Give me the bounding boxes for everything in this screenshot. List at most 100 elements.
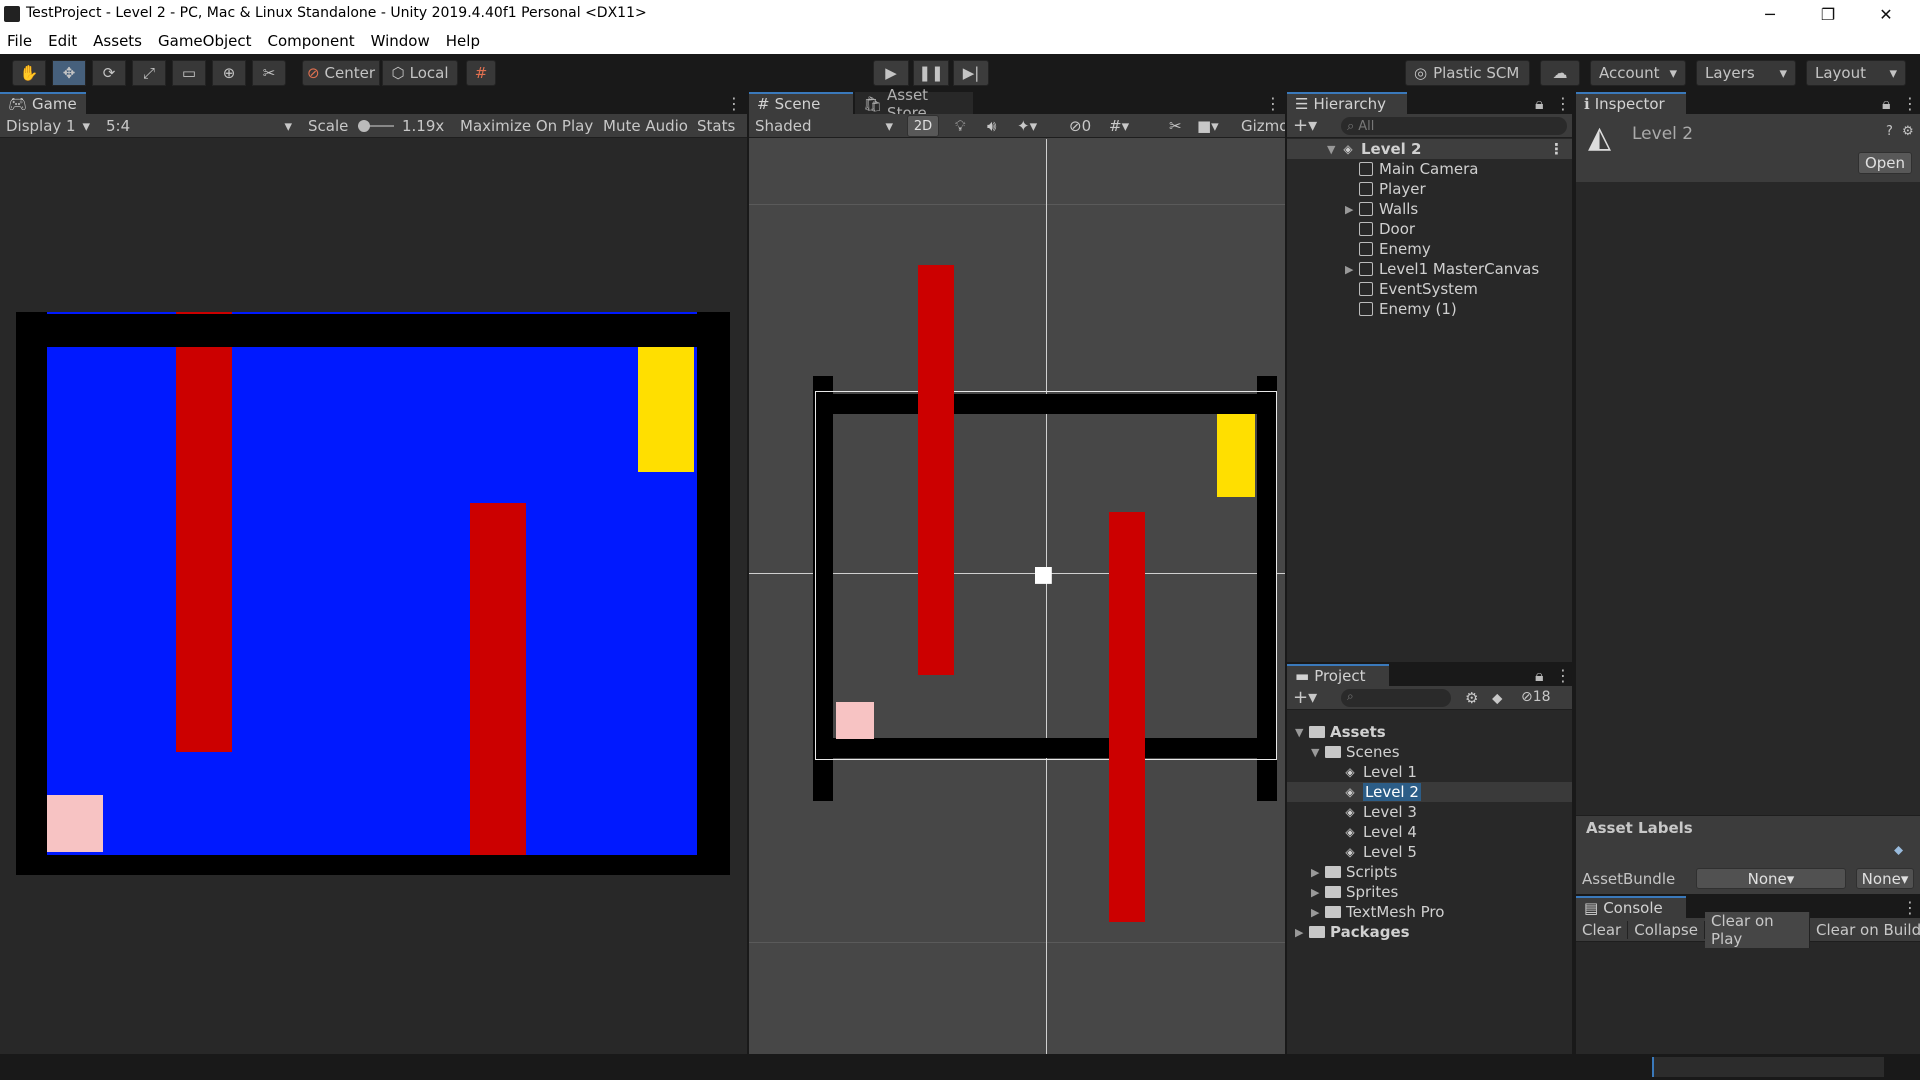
hierarchy-item[interactable]: ▶ Level1 MasterCanvas	[1287, 259, 1572, 279]
collapsed-arrow-icon[interactable]: ▶	[1345, 263, 1359, 276]
scene-enemy-2[interactable]	[1109, 512, 1145, 922]
scene-player[interactable]	[836, 702, 874, 739]
hidden-packages-toggle[interactable]: ⊘18	[1521, 689, 1551, 705]
hierarchy-item[interactable]: Main Camera	[1287, 159, 1572, 179]
project-search-input[interactable]: ⌕	[1341, 689, 1451, 707]
menu-component[interactable]: Component	[268, 32, 355, 50]
lock-icon[interactable]: 🔒︎	[1535, 94, 1544, 114]
scene-asset-row-selected[interactable]: ◈ Level 2	[1287, 782, 1572, 802]
scene-asset-row[interactable]: ◈ Level 4	[1287, 822, 1572, 842]
scale-tool-icon[interactable]: ⤢	[132, 60, 166, 86]
scene-viewport[interactable]: ■	[749, 139, 1285, 1054]
asset-bundle-dropdown[interactable]: None ▾	[1696, 868, 1846, 889]
menu-edit[interactable]: Edit	[48, 32, 77, 50]
collapsed-arrow-icon[interactable]: ▶	[1311, 886, 1325, 899]
collapsed-arrow-icon[interactable]: ▶	[1311, 906, 1325, 919]
rotate-tool-icon[interactable]: ⟳	[92, 60, 126, 86]
tab-inspector[interactable]: ℹ Inspector	[1576, 92, 1686, 114]
scene-menu-icon[interactable]: ⋮	[1549, 140, 1564, 158]
aspect-dropdown[interactable]: 5:4 ▾	[100, 115, 298, 137]
scale-slider-thumb[interactable]	[358, 120, 370, 132]
scene-asset-row[interactable]: ◈ Level 3	[1287, 802, 1572, 822]
folder-row[interactable]: ▶ TextMesh Pro	[1287, 902, 1572, 922]
stats-toggle[interactable]: Stats	[697, 117, 735, 135]
packages-folder-row[interactable]: ▶ Packages	[1287, 922, 1572, 942]
hierarchy-item[interactable]: EventSystem	[1287, 279, 1572, 299]
account-dropdown[interactable]: Account ▾	[1590, 60, 1686, 86]
tab-hierarchy[interactable]: ☰ Hierarchy	[1287, 92, 1407, 114]
pause-button[interactable]: ❚❚	[913, 60, 949, 86]
plastic-scm-button[interactable]: ◎ Plastic SCM	[1405, 60, 1530, 86]
move-tool-icon[interactable]: ✥	[52, 60, 86, 86]
console-clear-on-build-toggle[interactable]: Clear on Build	[1810, 921, 1920, 939]
collapsed-arrow-icon[interactable]: ▶	[1295, 926, 1309, 939]
game-viewport[interactable]	[16, 312, 730, 875]
hierarchy-item[interactable]: Player	[1287, 179, 1572, 199]
hidden-objects-toggle[interactable]: ⊘0	[1069, 117, 1091, 135]
hand-tool-icon[interactable]: ✋	[12, 60, 46, 86]
project-menu-icon[interactable]: ⋮	[1555, 666, 1571, 685]
grid-snap-icon[interactable]: #	[466, 60, 496, 86]
menu-assets[interactable]: Assets	[93, 32, 142, 50]
tab-console[interactable]: ▤ Console	[1576, 896, 1686, 918]
menu-help[interactable]: Help	[446, 32, 480, 50]
step-button[interactable]: ▶|	[953, 60, 989, 86]
collapsed-arrow-icon[interactable]: ▶	[1311, 866, 1325, 879]
pivot-toggle[interactable]: ⊘ Center	[302, 60, 380, 86]
scale-slider[interactable]	[358, 120, 394, 132]
folder-row[interactable]: ▶ Sprites	[1287, 882, 1572, 902]
collapsed-arrow-icon[interactable]: ▶	[1345, 203, 1359, 216]
lock-icon[interactable]: 🔒︎	[1535, 666, 1544, 686]
shading-dropdown[interactable]: Shaded ▾	[749, 115, 899, 137]
tag-icon[interactable]: ⬥	[1894, 843, 1903, 858]
space-toggle[interactable]: ⬡ Local	[382, 60, 458, 86]
hierarchy-item[interactable]: Enemy	[1287, 239, 1572, 259]
maximize-on-play-toggle[interactable]: Maximize On Play	[460, 117, 593, 135]
tools-icon[interactable]: ✂	[1169, 117, 1182, 135]
custom-tool-icon[interactable]: ✂	[252, 60, 286, 86]
menu-file[interactable]: File	[7, 32, 32, 50]
tab-project[interactable]: ▬ Project	[1287, 664, 1389, 686]
console-collapse-toggle[interactable]: Collapse	[1628, 920, 1705, 939]
scenes-folder-row[interactable]: ▼ Scenes	[1287, 742, 1572, 762]
menu-window[interactable]: Window	[371, 32, 430, 50]
scene-menu-icon[interactable]: ⋮	[1265, 94, 1281, 113]
console-menu-icon[interactable]: ⋮	[1902, 898, 1918, 917]
display-dropdown[interactable]: Display 1 ▾	[0, 115, 96, 137]
minimize-button[interactable]: ─	[1742, 0, 1798, 28]
rect-tool-icon[interactable]: ▭	[172, 60, 206, 86]
effects-icon[interactable]: ✦▾	[1017, 117, 1037, 135]
2d-toggle[interactable]: 2D	[907, 115, 939, 137]
hierarchy-search-input[interactable]: ⌕ All	[1341, 117, 1567, 135]
camera-icon[interactable]: ■▾	[1197, 117, 1219, 135]
tab-game[interactable]: 🎮︎ Game	[0, 92, 86, 114]
tab-asset-store[interactable]: 🛍︎ Asset Store	[855, 86, 973, 122]
console-clear-button[interactable]: Clear	[1576, 920, 1629, 939]
hierarchy-scene-row[interactable]: ▼ ◈ Level 2 ⋮	[1287, 139, 1572, 159]
mute-audio-toggle[interactable]: Mute Audio	[603, 117, 688, 135]
hierarchy-item[interactable]: ▶ Walls	[1287, 199, 1572, 219]
hierarchy-item[interactable]: Enemy (1)	[1287, 299, 1572, 319]
open-button[interactable]: Open	[1858, 152, 1912, 174]
menu-gameobject[interactable]: GameObject	[158, 32, 252, 50]
settings-gear-icon[interactable]: ⚙	[1902, 124, 1914, 139]
search-by-label-icon[interactable]: ⬥	[1492, 689, 1503, 707]
close-button[interactable]: ✕	[1858, 0, 1914, 28]
transform-tool-icon[interactable]: ⊕	[212, 60, 246, 86]
layers-dropdown[interactable]: Layers ▾	[1696, 60, 1796, 86]
camera-gizmo-icon[interactable]: ■	[1033, 562, 1054, 587]
help-icon[interactable]: ?	[1886, 124, 1893, 139]
play-button[interactable]: ▶	[873, 60, 909, 86]
hierarchy-menu-icon[interactable]: ⋮	[1555, 94, 1571, 113]
scene-door[interactable]	[1217, 414, 1255, 497]
tab-scene[interactable]: # Scene	[749, 92, 853, 114]
create-dropdown-icon[interactable]: +▾	[1293, 115, 1317, 136]
inspector-menu-icon[interactable]: ⋮	[1902, 94, 1918, 113]
create-dropdown-icon[interactable]: +▾	[1293, 687, 1317, 708]
folder-row[interactable]: ▶ Scripts	[1287, 862, 1572, 882]
search-by-type-icon[interactable]: ⚙	[1465, 689, 1478, 707]
scene-asset-row[interactable]: ◈ Level 5	[1287, 842, 1572, 862]
scene-asset-row[interactable]: ◈ Level 1	[1287, 762, 1572, 782]
restore-button[interactable]: ❐	[1800, 0, 1856, 28]
console-clear-on-play-toggle[interactable]: Clear on Play	[1704, 911, 1811, 948]
